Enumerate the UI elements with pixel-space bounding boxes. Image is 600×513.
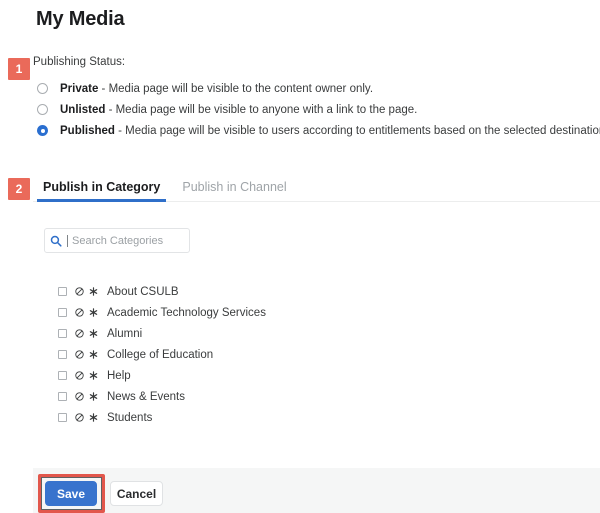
radio-mark-unlisted[interactable] — [37, 104, 48, 115]
tabs-container: Publish in Category Publish in Channel — [0, 172, 600, 202]
no-entry-icon — [75, 413, 84, 422]
category-row[interactable]: News & Events — [58, 386, 266, 407]
category-checkbox[interactable] — [58, 308, 67, 317]
category-checkbox[interactable] — [58, 371, 67, 380]
radio-desc-published: - Media page will be visible to users ac… — [118, 124, 600, 137]
no-entry-icon — [75, 392, 84, 401]
radio-desc-private: - Media page will be visible to the cont… — [98, 82, 374, 95]
radio-label-unlisted: Unlisted - Media page will be visible to… — [60, 104, 417, 116]
footer-actions: Save Cancel — [45, 481, 163, 506]
radio-mark-private[interactable] — [37, 83, 48, 94]
asterisk-icon — [89, 329, 98, 338]
radio-name-unlisted: Unlisted — [60, 103, 106, 116]
category-row[interactable]: Students — [58, 407, 266, 428]
radio-option-unlisted[interactable]: Unlisted - Media page will be visible to… — [33, 99, 593, 120]
save-button[interactable]: Save — [45, 481, 97, 506]
category-name: College of Education — [107, 348, 214, 361]
category-checkbox[interactable] — [58, 350, 67, 359]
category-row[interactable]: About CSULB — [58, 281, 266, 302]
category-name: Academic Technology Services — [107, 306, 266, 319]
page-title: My Media — [36, 8, 125, 30]
radio-option-published[interactable]: Published - Media page will be visible t… — [33, 120, 600, 141]
category-name: Students — [107, 411, 153, 424]
search-input[interactable]: Search Categories — [68, 235, 163, 247]
category-checkbox[interactable] — [58, 329, 67, 338]
radio-label-published: Published - Media page will be visible t… — [60, 125, 600, 137]
cancel-button[interactable]: Cancel — [110, 481, 163, 506]
asterisk-icon — [89, 308, 98, 317]
no-entry-icon — [75, 287, 84, 296]
category-row[interactable]: Academic Technology Services — [58, 302, 266, 323]
category-checkbox[interactable] — [58, 392, 67, 401]
no-entry-icon — [75, 329, 84, 338]
no-entry-icon — [75, 371, 84, 380]
tabs: Publish in Category Publish in Channel — [37, 180, 293, 202]
category-name: News & Events — [107, 390, 185, 403]
radio-name-published: Published — [60, 124, 115, 137]
category-name: Help — [107, 369, 131, 382]
search-icon — [45, 235, 67, 247]
asterisk-icon — [89, 392, 98, 401]
category-row[interactable]: Alumni — [58, 323, 266, 344]
search-categories-box[interactable]: Search Categories — [44, 228, 190, 253]
step-badge-1: 1 — [8, 58, 30, 80]
asterisk-icon — [89, 287, 98, 296]
radio-label-private: Private - Media page will be visible to … — [60, 83, 373, 95]
no-entry-icon — [75, 308, 84, 317]
publishing-status-label: Publishing Status: — [33, 56, 126, 68]
category-row[interactable]: College of Education — [58, 344, 266, 365]
category-list: About CSULB Academic Technology Services — [58, 281, 266, 428]
asterisk-icon — [89, 371, 98, 380]
category-name: Alumni — [107, 327, 143, 340]
radio-mark-published[interactable] — [37, 125, 48, 136]
category-row[interactable]: Help — [58, 365, 266, 386]
radio-name-private: Private — [60, 82, 99, 95]
category-checkbox[interactable] — [58, 413, 67, 422]
publishing-status-section: Publishing Status: Private - Media page … — [33, 56, 600, 141]
asterisk-icon — [89, 350, 98, 359]
category-name: About CSULB — [107, 285, 179, 298]
radio-option-private[interactable]: Private - Media page will be visible to … — [33, 78, 593, 99]
no-entry-icon — [75, 350, 84, 359]
asterisk-icon — [89, 413, 98, 422]
category-checkbox[interactable] — [58, 287, 67, 296]
tab-publish-in-category[interactable]: Publish in Category — [37, 180, 167, 202]
radio-desc-unlisted: - Media page will be visible to anyone w… — [105, 103, 418, 116]
tab-publish-in-channel[interactable]: Publish in Channel — [176, 180, 292, 202]
